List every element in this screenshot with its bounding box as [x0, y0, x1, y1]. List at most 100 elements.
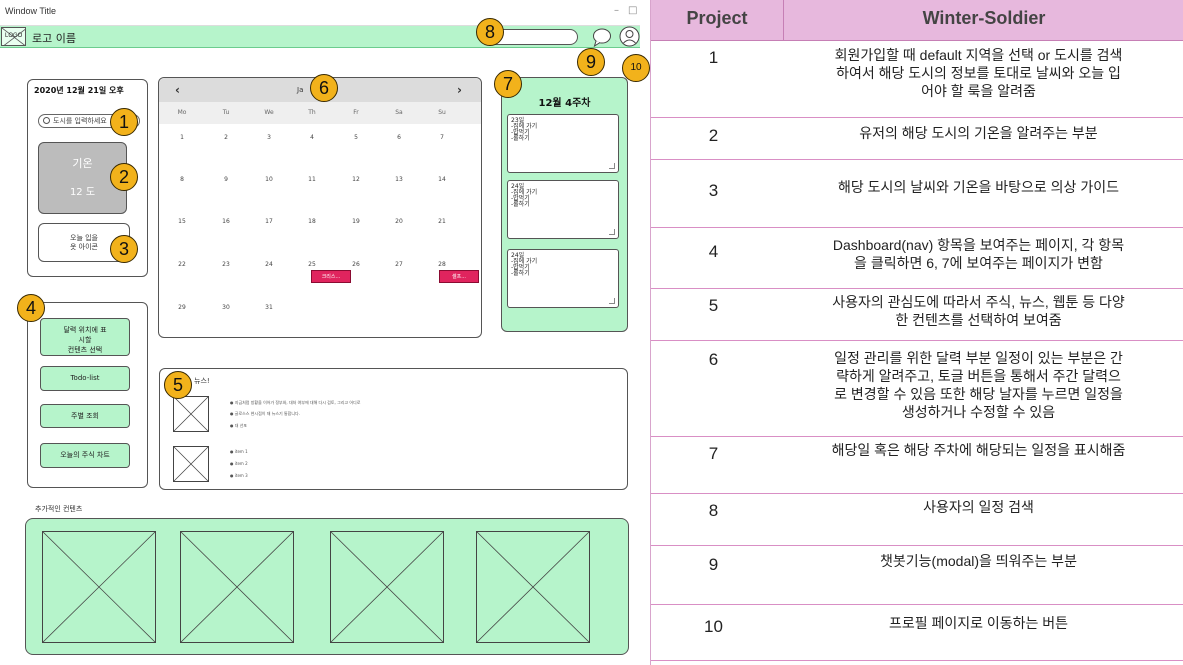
- calendar-day[interactable]: 19: [341, 218, 371, 225]
- table-row: 6 일정 관리를 위한 달력 부분 일정이 있는 부분은 간 략하게 알려주고,…: [651, 341, 1183, 437]
- weekly-card-item: -롤하기: [511, 201, 530, 208]
- calendar-day[interactable]: 1: [167, 134, 197, 141]
- calendar-day[interactable]: 12: [341, 176, 371, 183]
- window-titlebar: Window Title – □: [0, 0, 640, 26]
- calendar-day[interactable]: 21: [427, 218, 457, 225]
- calendar-day[interactable]: 18: [297, 218, 327, 225]
- calendar-day[interactable]: 16: [211, 218, 241, 225]
- resize-handle-icon[interactable]: [609, 229, 615, 235]
- calendar-day[interactable]: 10: [254, 176, 284, 183]
- weekday-fr: Fr: [353, 109, 359, 116]
- news-item[interactable]: ● item 1: [230, 449, 248, 454]
- calendar-day[interactable]: 24: [254, 261, 284, 268]
- annotation-badge-6: 6: [310, 74, 338, 102]
- news-item[interactable]: ● item 2: [230, 461, 248, 466]
- window-title: Window Title: [5, 6, 57, 16]
- row-desc-line: Dashboard(nav) 항목을 보여주는 페이지, 각 항목: [832, 237, 1125, 253]
- calendar-day[interactable]: 14: [427, 176, 457, 183]
- table-header-name: Winter-Soldier: [784, 0, 1183, 41]
- maximize-button[interactable]: □: [628, 5, 637, 16]
- image-placeholder-icon[interactable]: [330, 531, 444, 643]
- row-number: 5: [708, 296, 719, 315]
- search-icon: [43, 117, 50, 124]
- calendar-day[interactable]: 22: [167, 261, 197, 268]
- weekday-tu: Tu: [222, 109, 230, 116]
- description-table: Project Winter-Soldier 1 회원가입할 때 default…: [650, 0, 1183, 665]
- row-number: 9: [708, 555, 719, 574]
- calendar-day[interactable]: 27: [384, 261, 414, 268]
- news-item[interactable]: ● 지금처럼 방황을 이어가 정부와, 대처 여부에 대해 다시 검토, 그리고…: [230, 400, 360, 406]
- calendar-day[interactable]: 9: [211, 176, 241, 183]
- annotation-badge-1: 1: [110, 108, 138, 136]
- calendar-day[interactable]: 4: [297, 134, 327, 141]
- row-number: 8: [708, 501, 719, 520]
- calendar-day[interactable]: 2: [211, 134, 241, 141]
- nav-item-weekly[interactable]: 주별 조회: [40, 404, 130, 428]
- logo[interactable]: LOGO: [1, 27, 26, 46]
- weekly-card-item: -롤하기: [511, 270, 530, 277]
- news-item[interactable]: ● 글로스스 현시점이 재 뉴스기 통합니다.: [230, 411, 300, 417]
- row-desc-line: 을 클릭하면 6, 7에 보여주는 페이지가 변함: [854, 255, 1103, 271]
- nav-item-label: 시할: [78, 336, 92, 344]
- weekly-title: 12월 4주차: [538, 98, 591, 109]
- row-number: 6: [708, 350, 719, 369]
- resize-handle-icon[interactable]: [609, 163, 615, 169]
- annotation-badge-4: 4: [17, 294, 45, 322]
- nav-item-calendar-content[interactable]: 달력 위치에 표 시할 컨텐츠 선택: [40, 318, 130, 356]
- calendar-day[interactable]: 3: [254, 134, 284, 141]
- calendar-day[interactable]: 29: [167, 304, 197, 311]
- row-desc-line: 사용자의 일정 검색: [923, 499, 1034, 515]
- image-placeholder-icon[interactable]: [476, 531, 590, 643]
- row-desc-line: 어야 할 룩을 알려줌: [921, 83, 1036, 99]
- chatbot-icon[interactable]: [592, 27, 612, 47]
- calendar-day[interactable]: 31: [254, 304, 284, 311]
- weekly-schedule-panel: 12월 4주차 23일 -집에 가기 -밥먹기 -롤하기 24일 -집에 가기 …: [501, 77, 628, 332]
- calendar-event-chip[interactable]: 셀프...: [439, 270, 479, 283]
- weekly-schedule-card[interactable]: 24일 -집에 가기 -밥먹기 -롤하기: [507, 180, 619, 239]
- table-row: 8 사용자의 일정 검색: [651, 494, 1183, 546]
- weekday-th: Th: [308, 109, 316, 116]
- calendar-day[interactable]: 28: [427, 261, 457, 268]
- calendar-day[interactable]: 11: [297, 176, 327, 183]
- nav-item-stock-chart[interactable]: 오늘의 주식 차트: [40, 443, 130, 468]
- row-desc-line: 해당일 혹은 해당 주차에 해당되는 일정을 표시해줌: [831, 442, 1126, 458]
- weekly-schedule-card[interactable]: 23일 -집에 가기 -밥먹기 -롤하기: [507, 114, 619, 173]
- calendar-day[interactable]: 23: [211, 261, 241, 268]
- table-row: 9 챗봇기능(modal)을 띄워주는 부분: [651, 546, 1183, 605]
- calendar-day[interactable]: 13: [384, 176, 414, 183]
- calendar-day[interactable]: 25: [297, 261, 327, 268]
- calendar-next-button[interactable]: ›: [457, 83, 462, 97]
- image-placeholder-icon: [173, 446, 209, 482]
- row-desc-line: 략하게 알려주고, 토글 버튼을 통해서 주간 달력으: [836, 368, 1121, 384]
- row-desc-line: 일정 관리를 위한 달력 부분 일정이 있는 부분은 간: [834, 350, 1123, 366]
- logo-text: LOGO: [5, 33, 23, 39]
- calendar-day[interactable]: 15: [167, 218, 197, 225]
- calendar-day[interactable]: 8: [167, 176, 197, 183]
- calendar-event-chip[interactable]: 크리스...: [311, 270, 351, 283]
- profile-icon[interactable]: [619, 26, 640, 47]
- weekly-schedule-card[interactable]: 24일 -집에 가기 -밥먹기 -롤하기: [507, 249, 619, 308]
- calendar-day[interactable]: 5: [341, 134, 371, 141]
- calendar-day[interactable]: 20: [384, 218, 414, 225]
- table-header-label: Project: [686, 8, 748, 28]
- calendar-day[interactable]: 17: [254, 218, 284, 225]
- row-desc-line: 생성하거나 수정할 수 있음: [901, 404, 1056, 420]
- row-number: 4: [708, 242, 719, 261]
- calendar-day[interactable]: 7: [427, 134, 457, 141]
- table-row: 10 프로필 페이지로 이동하는 버튼: [651, 605, 1183, 661]
- image-placeholder-icon[interactable]: [180, 531, 294, 643]
- nav-item-label: 달력 위치에 표: [63, 326, 107, 334]
- table-row: 5 사용자의 관심도에 따라서 주식, 뉴스, 웹툰 등 다양 한 컨텐츠를 선…: [651, 289, 1183, 341]
- news-item[interactable]: ● item 3: [230, 473, 248, 478]
- calendar-prev-button[interactable]: ‹: [175, 83, 180, 97]
- calendar-day[interactable]: 6: [384, 134, 414, 141]
- nav-item-todo[interactable]: Todo-list: [40, 366, 130, 391]
- minimize-button[interactable]: –: [614, 5, 619, 16]
- calendar-day[interactable]: 30: [211, 304, 241, 311]
- annotation-badge-5: 5: [164, 371, 192, 399]
- row-number: 7: [708, 444, 719, 463]
- news-item[interactable]: ● 대 선포: [230, 423, 247, 429]
- calendar-day[interactable]: 26: [341, 261, 371, 268]
- resize-handle-icon[interactable]: [609, 298, 615, 304]
- image-placeholder-icon[interactable]: [42, 531, 156, 643]
